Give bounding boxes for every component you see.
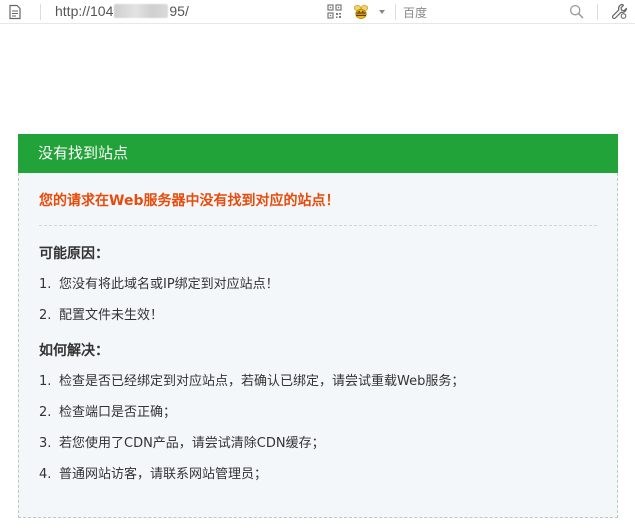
panel-header: 没有找到站点 bbox=[18, 134, 618, 173]
list-text: 您没有将此域名或IP绑定到对应站点！ bbox=[59, 277, 279, 292]
page-icon[interactable] bbox=[8, 4, 22, 20]
url-redacted-segment bbox=[114, 4, 169, 18]
list-text: 配置文件未生效！ bbox=[59, 308, 164, 323]
search-icon[interactable] bbox=[569, 4, 584, 19]
bee-icon[interactable] bbox=[352, 3, 370, 21]
list-item: 4. 普通网站访客，请联系网站管理员； bbox=[39, 466, 597, 484]
solutions-title: 如何解决： bbox=[39, 343, 109, 359]
qr-code-icon[interactable] bbox=[327, 4, 342, 19]
url-field[interactable]: http://104 95/ bbox=[55, 3, 189, 19]
url-suffix: 95/ bbox=[169, 3, 189, 19]
list-number: 2. bbox=[39, 308, 52, 323]
list-item: 3. 若您使用了CDN产品，请尝试清除CDN缓存； bbox=[39, 435, 597, 453]
list-item: 1. 检查是否已经绑定到对应站点，若确认已绑定，请尝试重载Web服务； bbox=[39, 373, 597, 391]
chevron-down-icon[interactable] bbox=[379, 10, 385, 14]
toolbar-divider bbox=[395, 4, 396, 20]
list-number: 1. bbox=[39, 374, 52, 389]
list-number: 3. bbox=[39, 436, 52, 451]
list-text: 普通网站访客，请联系网站管理员； bbox=[59, 467, 268, 482]
reasons-list: 1. 您没有将此域名或IP绑定到对应站点！ 2. 配置文件未生效！ bbox=[39, 276, 597, 325]
error-panel: 没有找到站点 您的请求在Web服务器中没有找到对应的站点！ 可能原因： 1. 您没… bbox=[18, 134, 618, 518]
list-item: 2. 检查端口是否正确； bbox=[39, 404, 597, 422]
toolbar-divider bbox=[597, 4, 598, 20]
list-number: 4. bbox=[39, 467, 52, 482]
address-bar: http://104 95/ 百度 bbox=[0, 0, 635, 24]
error-message: 您的请求在Web服务器中没有找到对应的站点！ bbox=[39, 193, 340, 209]
list-number: 1. bbox=[39, 277, 52, 292]
panel-body: 您的请求在Web服务器中没有找到对应的站点！ 可能原因： 1. 您没有将此域名或I… bbox=[18, 173, 618, 518]
list-text: 检查是否已经绑定到对应站点，若确认已绑定，请尝试重载Web服务； bbox=[59, 374, 465, 389]
wrench-icon[interactable] bbox=[611, 3, 628, 20]
search-input[interactable]: 百度 bbox=[403, 4, 427, 21]
list-text: 若您使用了CDN产品，请尝试清除CDN缓存； bbox=[59, 436, 325, 451]
toolbar-divider bbox=[40, 4, 41, 20]
reasons-title: 可能原因： bbox=[39, 246, 109, 262]
list-text: 检查端口是否正确； bbox=[59, 405, 177, 420]
list-number: 2. bbox=[39, 405, 52, 420]
divider bbox=[39, 225, 597, 226]
url-prefix: http://104 bbox=[55, 3, 114, 19]
panel-title: 没有找到站点 bbox=[38, 144, 129, 162]
list-item: 2. 配置文件未生效！ bbox=[39, 307, 597, 325]
solutions-list: 1. 检查是否已经绑定到对应站点，若确认已绑定，请尝试重载Web服务； 2. 检查端… bbox=[39, 373, 597, 484]
list-item: 1. 您没有将此域名或IP绑定到对应站点！ bbox=[39, 276, 597, 294]
